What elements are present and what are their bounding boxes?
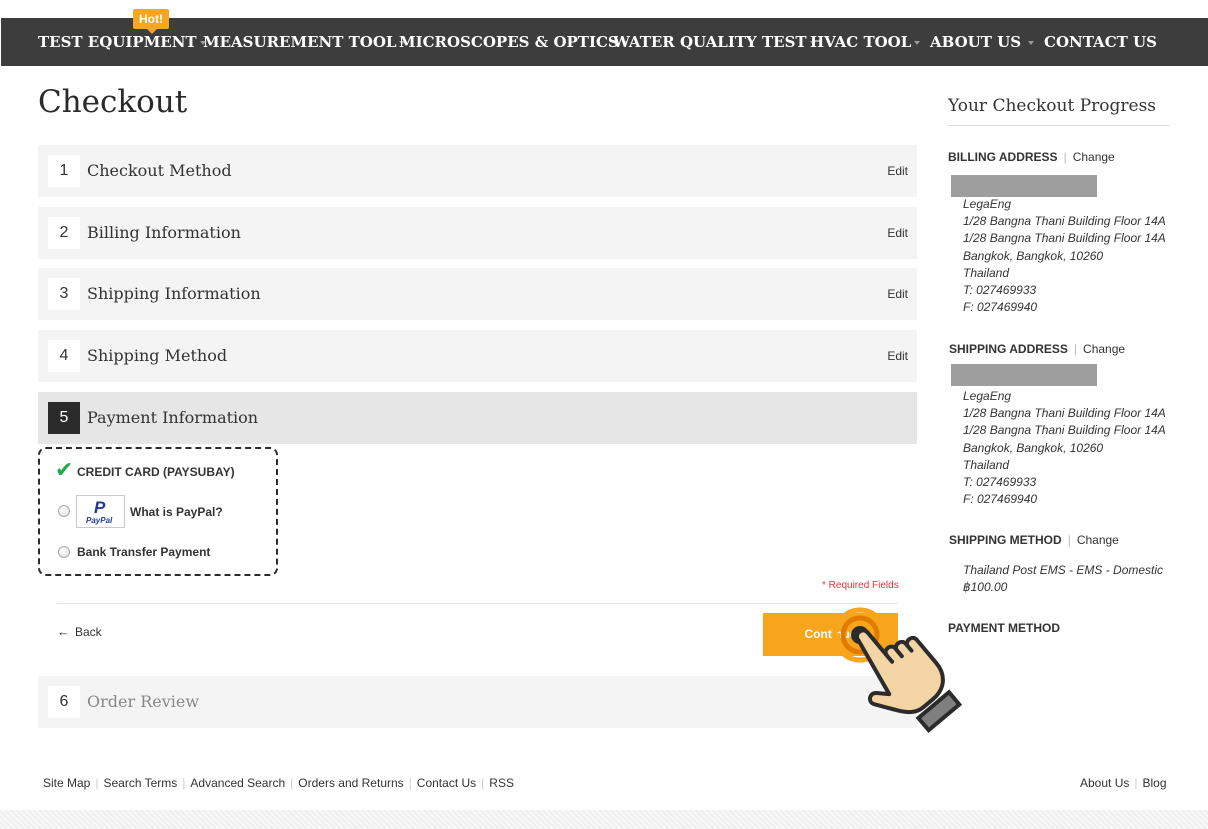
step-title: Billing Information [87,223,241,242]
step-number: 3 [48,278,80,310]
nav-hvac-tool[interactable]: HVAC TOOL [810,18,921,66]
billing-address: LegaEng 1/28 Bangna Thani Building Floor… [963,197,1166,315]
edit-link[interactable]: Edit [887,207,908,259]
step-payment-information: 5 Payment Information [38,392,917,444]
nav-contact-us[interactable]: CONTACT US [1044,18,1157,66]
payment-method-heading: PAYMENT METHOD [948,621,1061,635]
footer-link-site-map[interactable]: Site Map [43,776,90,790]
step-number: 6 [48,686,80,718]
step-title: Shipping Method [87,346,228,365]
footer-links: Site Map | Search Terms | Advanced Search | Or… [43,776,514,790]
step-number: 5 [48,402,80,434]
step-order-review: 6 Order Review [38,676,917,728]
required-fields-note: * Required Fields [822,580,899,591]
shipping-method-value: Thailand Post EMS - EMS - Domestic ฿100.… [963,563,1164,595]
footer-link-orders-returns[interactable]: Orders and Returns [298,776,403,790]
step-number: 1 [48,155,80,187]
footer-link-rss[interactable]: RSS [489,776,514,790]
step-title: Order Review [87,692,200,711]
step-title: Checkout Method [87,161,232,180]
divider [57,603,898,604]
bank-transfer-radio[interactable] [58,546,70,558]
nav-water-quality-test[interactable]: WATER QUALITY TEST [613,18,816,66]
edit-link[interactable]: Edit [887,330,908,382]
footer-strip [0,810,1208,829]
edit-link[interactable]: Edit [887,268,908,320]
step-number: 2 [48,217,80,249]
caret-down-icon [1028,41,1035,45]
redacted-name [951,364,1097,386]
nav-microscopes-optics[interactable]: MICROSCOPES & OPTICS [399,18,628,66]
back-arrow-icon: ← [57,624,70,639]
step-checkout-method[interactable]: 1 Checkout Method Edit [38,145,917,197]
back-link[interactable]: ← Back [57,624,102,639]
footer-link-about-us[interactable]: About Us [1080,776,1129,790]
change-shipping-link[interactable]: Change [1083,342,1125,356]
nav-measurement-tool[interactable]: MEASUREMENT TOOL [203,18,406,66]
change-billing-link[interactable]: Change [1073,150,1115,164]
nav-about-us[interactable]: ABOUT US [930,18,1035,66]
step-title: Shipping Information [87,284,261,303]
shipping-method-heading: SHIPPING METHOD | Change [949,533,1119,547]
step-title: Payment Information [87,408,259,427]
caret-down-icon [914,41,921,45]
change-shipping-method-link[interactable]: Change [1077,533,1119,547]
step-billing-information[interactable]: 2 Billing Information Edit [38,207,917,259]
credit-card-option-label[interactable]: CREDIT CARD (PAYSUBAY) [77,465,235,479]
checkout-progress-title: Your Checkout Progress [948,96,1157,116]
paypal-radio[interactable] [58,505,70,517]
footer-right-links: About Us | Blog [1080,776,1167,790]
footer-link-advanced-search[interactable]: Advanced Search [190,776,285,790]
footer-link-contact-us[interactable]: Contact Us [417,776,476,790]
billing-address-heading: BILLING ADDRESS | Change [948,150,1115,164]
top-navigation: TEST EQUIPMENT MEASUREMENT TOOL MICROSCO… [1,18,1208,66]
footer-link-blog[interactable]: Blog [1142,776,1166,790]
edit-link[interactable]: Edit [887,145,908,197]
redacted-name [951,175,1097,197]
step-number: 4 [48,340,80,372]
page-title: Checkout [38,84,188,120]
bank-transfer-label[interactable]: Bank Transfer Payment [77,545,210,559]
shipping-address-heading: SHIPPING ADDRESS | Change [949,342,1126,356]
what-is-paypal-link[interactable]: What is PayPal? [130,505,223,519]
hot-badge: Hot! [133,9,169,34]
check-icon: ✔ [55,457,74,482]
footer-link-search-terms[interactable]: Search Terms [103,776,177,790]
divider [948,125,1170,126]
step-shipping-information[interactable]: 3 Shipping Information Edit [38,268,917,320]
payment-methods-box: ✔ CREDIT CARD (PAYSUBAY) P PayPal What i… [38,447,278,576]
step-shipping-method[interactable]: 4 Shipping Method Edit [38,330,917,382]
hand-pointer-icon [832,607,963,734]
nav-test-equipment[interactable]: TEST EQUIPMENT [38,18,206,66]
shipping-address: LegaEng 1/28 Bangna Thani Building Floor… [963,389,1166,507]
paypal-logo: P PayPal [76,495,125,528]
